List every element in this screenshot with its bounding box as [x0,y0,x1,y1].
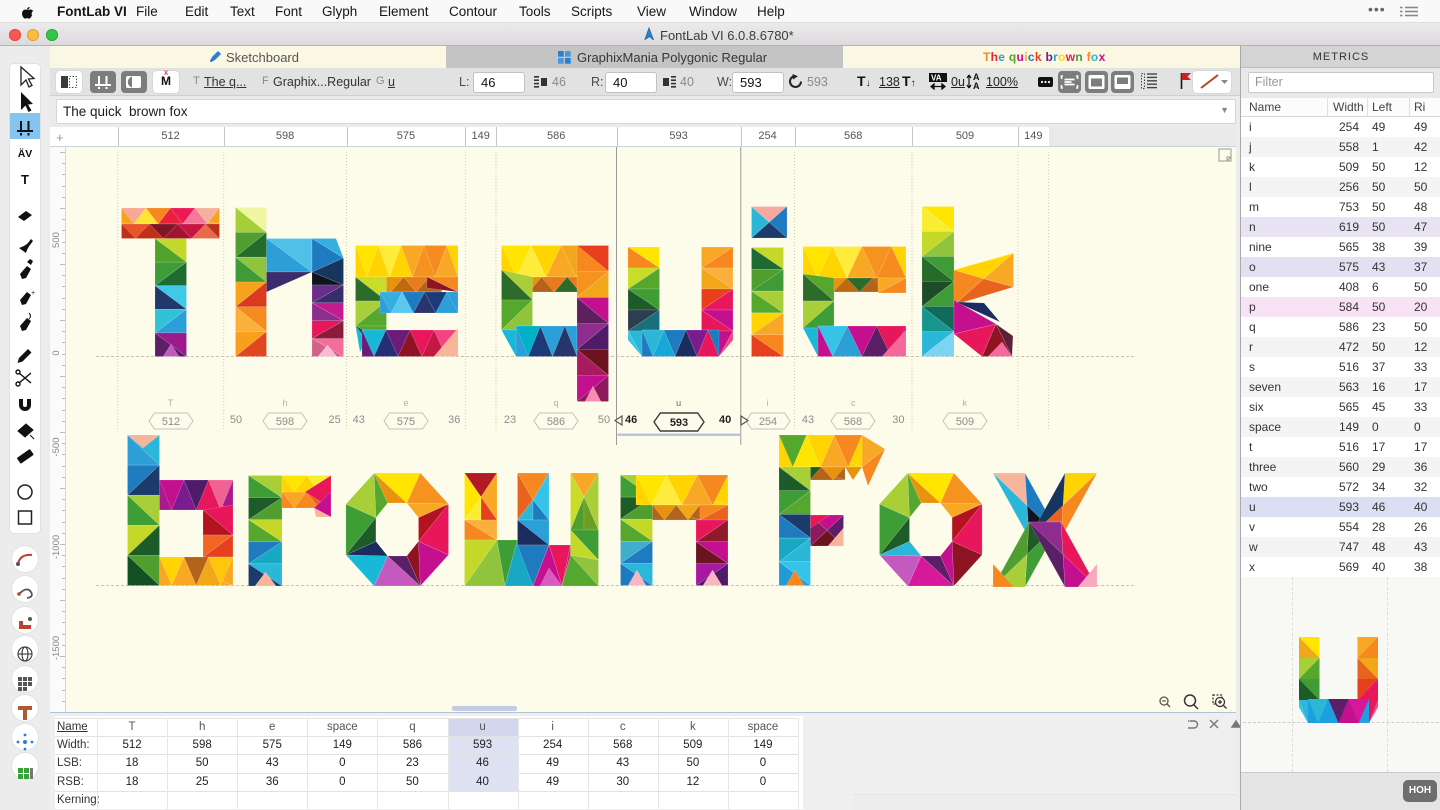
svg-text:T: T [21,172,29,187]
svg-text:+: + [31,290,35,297]
svg-text:ÄV: ÄV [18,147,33,160]
svg-text:A: A [973,81,980,91]
svg-text:VA: VA [931,74,942,83]
